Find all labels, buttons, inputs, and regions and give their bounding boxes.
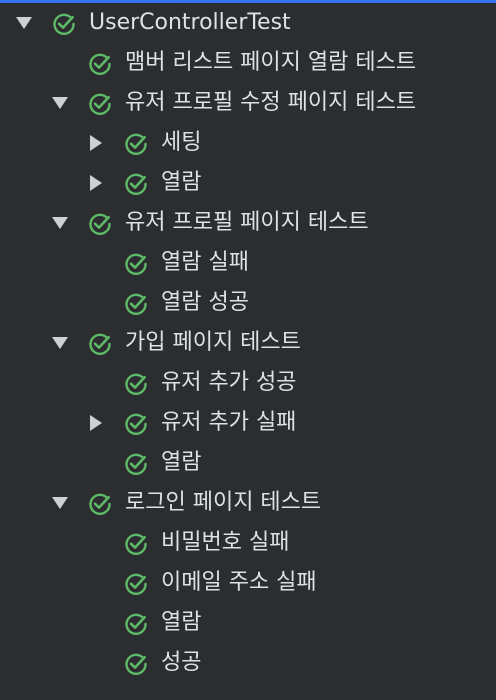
test-node-label: 유저 프로필 수정 페이지 테스트 [125,90,417,115]
expand-arrow-down-icon[interactable] [52,217,68,229]
check-circle-icon [88,52,112,76]
check-circle-icon [52,12,76,36]
expand-arrow-down-icon[interactable] [52,497,68,509]
test-node-label: 열람 [161,450,202,475]
check-circle-icon [124,292,148,316]
test-node-label: 열람 [161,610,202,635]
check-circle-icon [124,652,148,676]
test-group-node[interactable]: 유저 추가 실패 [0,403,496,443]
test-case-node[interactable]: 성공 [0,643,496,683]
expand-arrow-down-icon[interactable] [16,17,32,29]
test-node-label: 로그인 페이지 테스트 [125,490,322,515]
test-case-node[interactable]: 열람 [0,443,496,483]
test-class-node[interactable]: UserControllerTest [0,3,496,43]
test-node-label: 이메일 주소 실패 [161,570,317,595]
check-circle-icon [124,372,148,396]
test-group-node[interactable]: 로그인 페이지 테스트 [0,483,496,523]
check-circle-icon [124,532,148,556]
expand-arrow-right-icon[interactable] [90,135,102,151]
test-node-label: 가입 페이지 테스트 [125,330,301,355]
test-case-node[interactable]: 열람 실패 [0,243,496,283]
test-node-label: 열람 실패 [161,250,249,275]
test-node-label: 세팅 [161,130,202,155]
check-circle-icon [124,452,148,476]
test-case-node[interactable]: 이메일 주소 실패 [0,563,496,603]
check-circle-icon [124,412,148,436]
expand-arrow-right-icon[interactable] [90,415,102,431]
test-case-node[interactable]: 비밀번호 실패 [0,523,496,563]
test-node-label: 열람 성공 [161,290,249,315]
check-circle-icon [88,212,112,236]
expand-arrow-down-icon[interactable] [52,97,68,109]
check-circle-icon [124,612,148,636]
check-circle-icon [124,572,148,596]
test-group-node[interactable]: 가입 페이지 테스트 [0,323,496,363]
test-group-node[interactable]: 유저 프로필 페이지 테스트 [0,203,496,243]
test-case-node[interactable]: 열람 [0,603,496,643]
test-case-node[interactable]: 맴버 리스트 페이지 열람 테스트 [0,43,496,83]
test-node-label: 성공 [161,650,202,675]
test-node-label: 열람 [161,170,202,195]
test-case-node[interactable]: 열람 성공 [0,283,496,323]
expand-arrow-down-icon[interactable] [52,337,68,349]
check-circle-icon [124,132,148,156]
check-circle-icon [124,172,148,196]
test-node-label: 맴버 리스트 페이지 열람 테스트 [125,50,417,75]
check-circle-icon [88,332,112,356]
check-circle-icon [88,492,112,516]
test-node-label: 유저 프로필 페이지 테스트 [125,210,369,235]
test-case-node[interactable]: 유저 추가 성공 [0,363,496,403]
test-node-label: 유저 추가 성공 [161,370,297,395]
check-circle-icon [124,252,148,276]
expand-arrow-right-icon[interactable] [90,175,102,191]
test-node-label: 유저 추가 실패 [161,410,297,435]
test-group-node[interactable]: 유저 프로필 수정 페이지 테스트 [0,83,496,123]
test-group-node[interactable]: 열람 [0,163,496,203]
test-node-label: 비밀번호 실패 [161,530,290,555]
test-node-label: UserControllerTest [89,10,291,35]
check-circle-icon [88,92,112,116]
test-group-node[interactable]: 세팅 [0,123,496,163]
